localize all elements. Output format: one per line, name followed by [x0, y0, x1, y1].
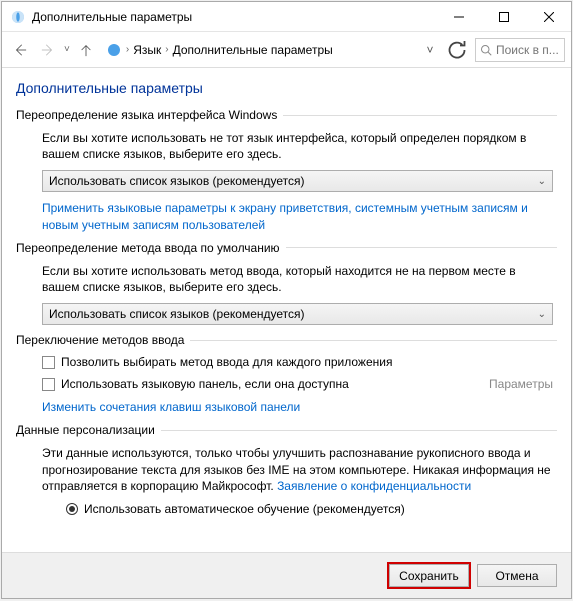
- interface-language-dropdown[interactable]: Использовать список языков (рекомендуетс…: [42, 170, 553, 192]
- page-title: Дополнительные параметры: [16, 80, 557, 96]
- checkbox-per-app-input[interactable]: Позволить выбирать метод ввода для каждо…: [42, 355, 553, 369]
- maximize-button[interactable]: [481, 2, 526, 31]
- breadcrumb-dropdown-icon[interactable]: ˅: [421, 41, 439, 59]
- window-controls: [436, 2, 571, 31]
- history-dropdown-icon[interactable]: ˅: [64, 44, 70, 55]
- app-icon: [10, 9, 26, 25]
- group-interface-language: Переопределение языка интерфейса Windows…: [16, 108, 557, 233]
- content-area: Дополнительные параметры Переопределение…: [2, 68, 571, 552]
- radio-auto-learning[interactable]: Использовать автоматическое обучение (ре…: [42, 502, 553, 516]
- chevron-down-icon: ⌄: [538, 309, 546, 320]
- change-hotkeys-link[interactable]: Изменить сочетания клавиш языковой панел…: [42, 400, 300, 414]
- group-header: Переопределение метода ввода по умолчани…: [16, 241, 557, 255]
- window-frame: Дополнительные параметры ˅ › Язык › Допо…: [1, 1, 572, 599]
- breadcrumb-item[interactable]: Дополнительные параметры: [173, 43, 333, 57]
- close-button[interactable]: [526, 2, 571, 31]
- checkbox-language-bar[interactable]: Использовать языковую панель, если она д…: [42, 377, 553, 391]
- minimize-button[interactable]: [436, 2, 481, 31]
- description-text: Если вы хотите использовать метод ввода,…: [42, 263, 553, 295]
- breadcrumb[interactable]: › Язык › Дополнительные параметры: [106, 42, 417, 58]
- group-header: Переопределение языка интерфейса Windows: [16, 108, 557, 122]
- forward-button[interactable]: [36, 38, 60, 62]
- location-icon: [106, 42, 122, 58]
- search-box[interactable]: [475, 38, 565, 62]
- description-text: Эти данные используются, только чтобы ул…: [42, 445, 553, 494]
- apply-to-welcome-link[interactable]: Применить языковые параметры к экрану пр…: [42, 201, 528, 231]
- up-button[interactable]: [74, 38, 98, 62]
- checkbox-icon[interactable]: [42, 356, 55, 369]
- refresh-button[interactable]: [445, 38, 469, 62]
- group-header: Переключение методов ввода: [16, 333, 557, 347]
- back-button[interactable]: [8, 38, 32, 62]
- save-button[interactable]: Сохранить: [389, 564, 469, 587]
- breadcrumb-item[interactable]: Язык: [133, 43, 161, 57]
- nav-toolbar: ˅ › Язык › Дополнительные параметры ˅: [2, 32, 571, 68]
- window-title: Дополнительные параметры: [32, 10, 436, 24]
- chevron-right-icon: ›: [165, 44, 168, 55]
- button-bar: Сохранить Отмена: [2, 552, 571, 598]
- group-header: Данные персонализации: [16, 423, 557, 437]
- search-input[interactable]: [496, 43, 560, 57]
- cancel-button[interactable]: Отмена: [477, 564, 557, 587]
- chevron-down-icon: ⌄: [538, 176, 546, 187]
- input-method-dropdown[interactable]: Использовать список языков (рекомендуетс…: [42, 303, 553, 325]
- description-text: Если вы хотите использовать не тот язык …: [42, 130, 553, 162]
- checkbox-icon[interactable]: [42, 378, 55, 391]
- search-icon: [480, 44, 492, 56]
- language-bar-options-link[interactable]: Параметры: [489, 377, 553, 391]
- titlebar: Дополнительные параметры: [2, 2, 571, 32]
- group-input-method: Переопределение метода ввода по умолчани…: [16, 241, 557, 325]
- radio-icon[interactable]: [66, 503, 78, 515]
- privacy-link[interactable]: Заявление о конфиденциальности: [277, 479, 471, 493]
- group-input-switching: Переключение методов ввода Позволить выб…: [16, 333, 557, 415]
- chevron-right-icon: ›: [126, 44, 129, 55]
- group-personalization: Данные персонализации Эти данные использ…: [16, 423, 557, 516]
